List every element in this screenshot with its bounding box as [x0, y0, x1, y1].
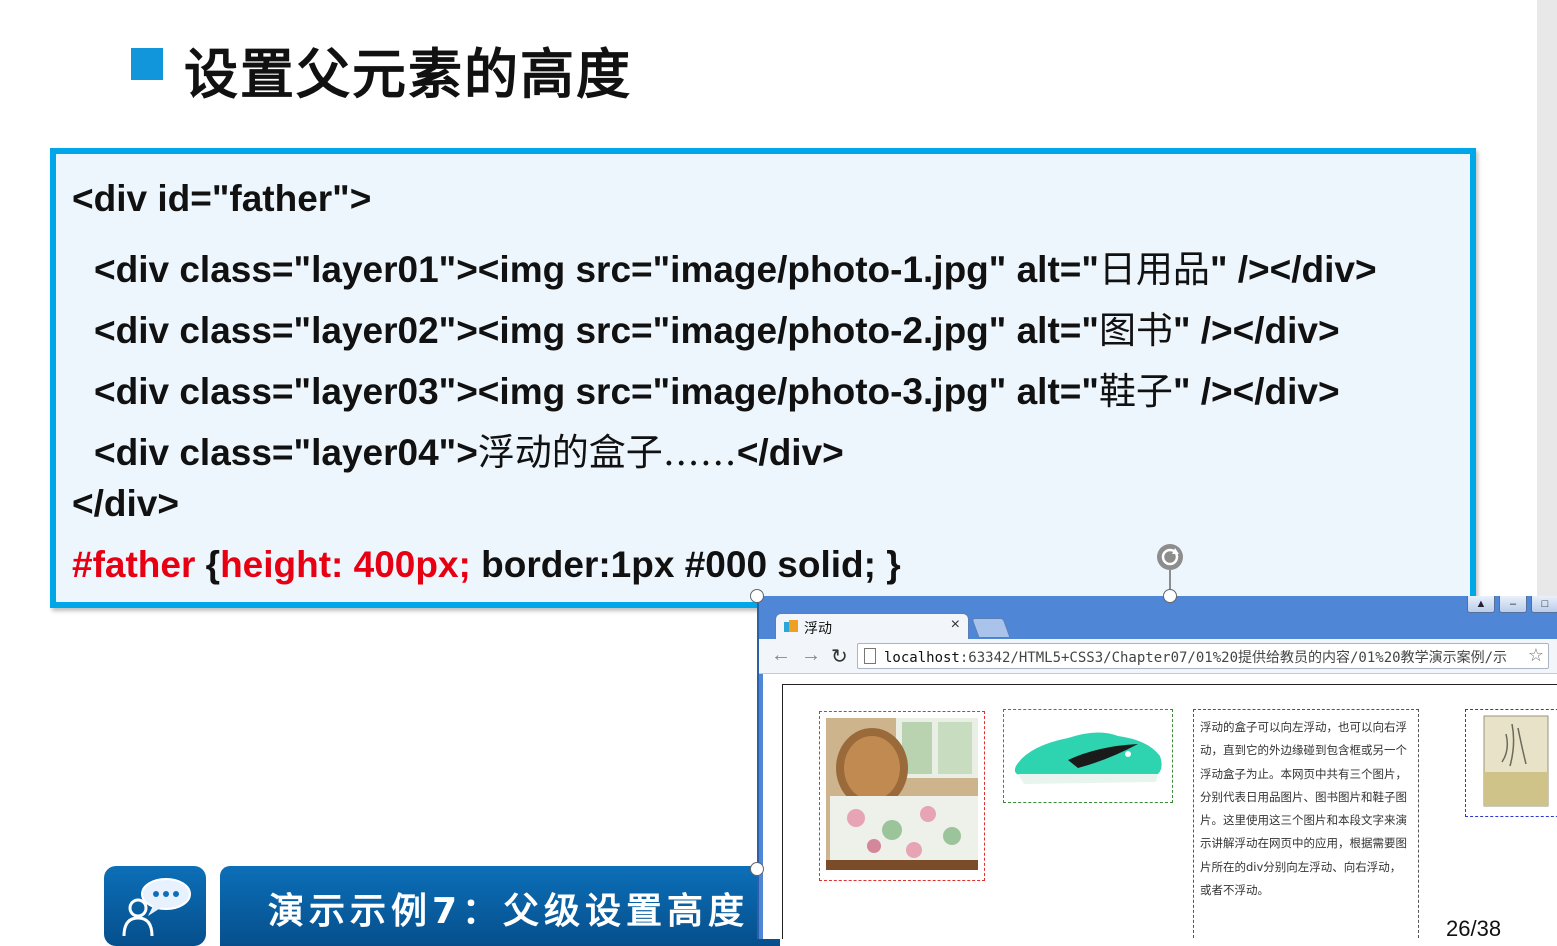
rotate-handle-icon[interactable] [1157, 544, 1183, 570]
minimize-button[interactable]: – [1499, 596, 1527, 613]
banner-text: 演示示例7：父级设置高度 [268, 891, 750, 932]
code-line-5: <div class="layer04">浮动的盒子……</div> [94, 422, 844, 476]
address-bar[interactable]: localhost:63342/HTML5+CSS3/Chapter07/01%… [857, 643, 1549, 669]
maximize-button[interactable]: □ [1531, 596, 1557, 613]
url-path: :63342/HTML5+CSS3/Chapter07/01%20提供给教员的内… [959, 650, 1508, 666]
code-cn-text: 日用品 [1098, 248, 1210, 291]
float-paragraph: 浮动的盒子可以向左浮动，也可以向右浮动，直到它的外边缘碰到包含框或另一个浮动盒子… [1200, 720, 1407, 898]
css-selector: #father [72, 544, 206, 585]
code-text: <div class="layer01"><img src="image/pho… [94, 249, 1099, 290]
page-number: 26/38 [1446, 916, 1502, 941]
code-line-7: #father {height: 400px; border:1px #000 … [72, 544, 901, 586]
code-line-2: <div class="layer01"><img src="image/pho… [94, 239, 1377, 293]
code-text: <div class="layer02"><img src="image/pho… [94, 310, 1099, 351]
user-button[interactable]: ▲ [1467, 596, 1495, 613]
page-viewport: 浮动的盒子可以向左浮动，也可以向右浮动，直到它的外边缘碰到包含框或另一个浮动盒子… [763, 674, 1557, 939]
url-text: localhost:63342/HTML5+CSS3/Chapter07/01%… [884, 647, 1507, 667]
css-rest: border:1px #000 solid; } [470, 544, 901, 585]
code-text: </div> [736, 432, 844, 473]
code-line-3: <div class="layer02"><img src="image/pho… [94, 300, 1340, 354]
page-title: 设置父元素的高度 [184, 43, 632, 106]
layer04-box: 浮动的盒子可以向左浮动，也可以向右浮动，直到它的外边缘碰到包含框或另一个浮动盒子… [1193, 709, 1419, 939]
sneaker-photo [1014, 732, 1162, 784]
url-host: localhost [884, 650, 960, 666]
code-text: " /></div> [1209, 249, 1377, 290]
bedroom-photo [826, 718, 978, 870]
browser-window: ▲ – □ 浮动 × ← → ↻ localhost:63342/HTML5+C… [757, 596, 1557, 939]
demo-banner[interactable]: 演示示例7：父级设置高度 [220, 866, 780, 946]
page-icon [864, 648, 876, 664]
code-box: <div id="father"> <div class="layer01"><… [50, 148, 1476, 608]
code-line-6: </div> [72, 483, 179, 524]
bookmark-star-icon[interactable]: ☆ [1528, 645, 1544, 666]
code-text: " /></div> [1172, 371, 1340, 412]
window-controls: ▲ – □ [1463, 596, 1557, 614]
code-text: <div class="layer04"> [94, 432, 478, 473]
code-cn-text: 图书 [1098, 309, 1173, 352]
code-cn-text: 浮动的盒子…… [477, 431, 737, 474]
layer03-box [1465, 709, 1557, 817]
book-photo [1483, 715, 1549, 807]
code-line-1: <div id="father"> [72, 178, 372, 219]
forward-arrow-icon[interactable]: → [801, 644, 821, 667]
webstorm-icon [784, 620, 798, 632]
css-brace: { [205, 544, 221, 585]
reload-icon[interactable]: ↻ [831, 644, 848, 669]
code-line-4: <div class="layer03"><img src="image/pho… [94, 361, 1340, 415]
code-cn-text: 鞋子 [1098, 370, 1173, 413]
resize-handle-left[interactable] [750, 862, 764, 876]
css-height-decl: height: 400px; [220, 544, 471, 585]
resize-handle-top[interactable] [1163, 589, 1177, 603]
code-text: " /></div> [1172, 310, 1340, 351]
chat-people-icon[interactable] [104, 866, 206, 946]
tab-title: 浮动 [804, 621, 832, 637]
title-bullet [131, 48, 163, 80]
new-tab-button[interactable] [971, 618, 1011, 638]
resize-handle-top-left[interactable] [750, 589, 764, 603]
layer01-box [819, 711, 985, 881]
back-arrow-icon[interactable]: ← [771, 644, 791, 667]
browser-toolbar: ← → ↻ localhost:63342/HTML5+CSS3/Chapter… [759, 639, 1557, 674]
father-div: 浮动的盒子可以向左浮动，也可以向右浮动，直到它的外边缘碰到包含框或另一个浮动盒子… [782, 684, 1557, 939]
code-text: <div class="layer03"><img src="image/pho… [94, 371, 1099, 412]
layer02-box [1003, 709, 1173, 803]
tab-close-icon[interactable]: × [951, 616, 960, 634]
browser-tab[interactable]: 浮动 × [775, 613, 969, 640]
